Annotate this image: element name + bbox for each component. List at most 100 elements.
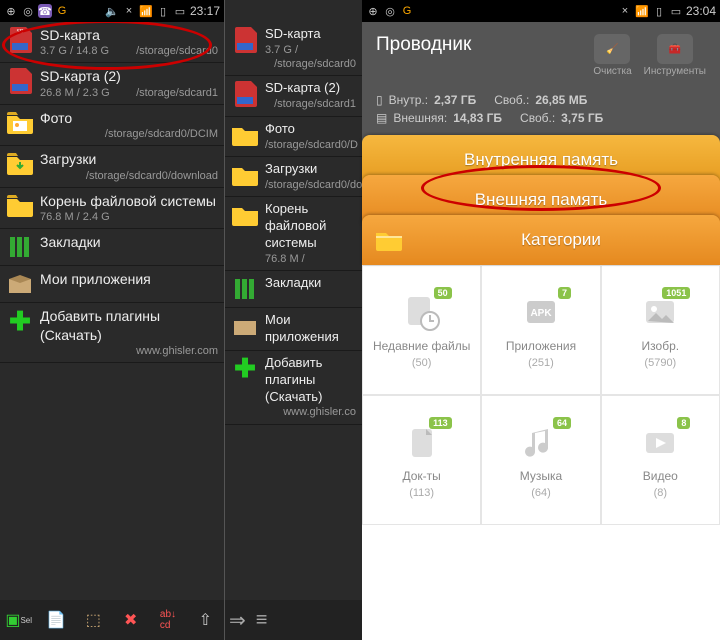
volume-icon: 🔈: [105, 4, 119, 18]
clock: 23:04: [686, 4, 716, 18]
gear-icon: ◎: [383, 4, 397, 18]
value: 26,85 МБ: [535, 93, 587, 107]
item-add-plugins[interactable]: ✚ Добавить плагины (Скачать)www.ghisler.…: [225, 351, 362, 425]
item-title: SD-карта (2): [40, 67, 218, 85]
tools-button[interactable]: 🧰 Инструменты: [644, 34, 706, 77]
label: Своб.:: [520, 111, 555, 125]
phone-icon: ▯: [376, 93, 383, 107]
battery-icon: ▭: [669, 4, 683, 18]
cell-video[interactable]: 8 Видео (8): [601, 395, 720, 525]
clean-button[interactable]: 🧹 Очистка: [593, 34, 631, 77]
item-size: 76.8 M / 2.4 G: [40, 210, 110, 224]
item-bookmarks[interactable]: Закладки: [0, 229, 224, 266]
cell-music[interactable]: 64 Музыка (64): [481, 395, 600, 525]
folder-download-icon: [6, 150, 34, 178]
wifi-icon: 📶: [635, 4, 649, 18]
doc-icon: 113: [400, 421, 444, 465]
plus-icon: ✚: [231, 355, 259, 383]
sd-icon: [231, 80, 259, 108]
svg-text:APK: APK: [530, 308, 552, 319]
bookmark-icon: [6, 233, 34, 261]
arrow-button[interactable]: ⇒: [229, 608, 246, 633]
app-header: Проводник 🧹 Очистка 🧰 Инструменты: [362, 22, 720, 89]
item-sd-card-2[interactable]: SD-карта (2)/storage/sdcard1: [225, 76, 362, 116]
label: Внутр.:: [389, 93, 428, 107]
delete-button[interactable]: ✖: [116, 605, 146, 635]
badge: 1051: [662, 287, 690, 299]
app-icon: G: [55, 4, 69, 18]
box-icon: [6, 270, 34, 298]
item-sd-card[interactable]: SD SD-карта 3.7 G / 14.8 G/storage/sdcar…: [0, 22, 224, 63]
bottom-toolbar-1: ▣Sel 📄 ⬚ ✖ ab↓cd ⇧: [0, 600, 224, 640]
sd-icon: ▤: [376, 111, 387, 125]
item-my-apps[interactable]: Мои приложения: [225, 308, 362, 351]
tab-categories[interactable]: Категории: [362, 215, 720, 265]
value: 2,37 ГБ: [434, 93, 476, 107]
item-title: Загрузки: [40, 150, 218, 168]
item-downloads[interactable]: Загрузки/storage/sdcard0/download: [225, 157, 362, 197]
sort-button[interactable]: ab↓cd: [153, 605, 183, 635]
item-title: Корень файловой системы: [265, 201, 356, 252]
item-bookmarks[interactable]: Закладки: [225, 271, 362, 308]
item-root[interactable]: Корень файловой системы 76.8 M / 2.4 G: [0, 188, 224, 229]
storage-tabs: Внутренняя память Внешняя память Категор…: [362, 135, 720, 265]
value: 14,83 ГБ: [453, 111, 502, 125]
cell-count: (5790): [644, 357, 676, 369]
file-list-1: SD SD-карта 3.7 G / 14.8 G/storage/sdcar…: [0, 22, 224, 600]
file-list-2: SD-карта3.7 G //storage/sdcard0 SD-карта…: [225, 22, 362, 600]
item-path: /storage/sdcard0: [265, 57, 356, 71]
badge: 113: [429, 417, 452, 429]
item-title: Закладки: [40, 233, 218, 251]
app-icon: G: [400, 4, 414, 18]
clock: 23:17: [190, 4, 220, 18]
sim-icon: ▯: [652, 4, 666, 18]
item-photo[interactable]: Фото/storage/sdcard0/D: [225, 117, 362, 157]
item-size: 3.7 G / 14.8 G: [40, 44, 109, 58]
item-sd-card[interactable]: SD-карта3.7 G //storage/sdcard0: [225, 22, 362, 76]
broom-icon: 🧹: [594, 34, 630, 64]
svg-text:SD: SD: [17, 29, 24, 35]
badge: 8: [677, 417, 690, 429]
item-title: Фото: [40, 109, 218, 127]
toolbox-icon: 🧰: [657, 34, 693, 64]
copy-button[interactable]: 📄: [41, 605, 71, 635]
item-title: Фото: [265, 121, 356, 138]
cell-count: (50): [412, 357, 432, 369]
item-path: /storage/sdcard0/download: [40, 169, 218, 183]
folder-icon: [376, 229, 402, 251]
item-photo[interactable]: Фото /storage/sdcard0/DCIM: [0, 105, 224, 146]
item-add-plugins[interactable]: ✚ Добавить плагины (Скачать) www.ghisler…: [0, 303, 224, 363]
cell-apps[interactable]: APK7 Приложения (251): [481, 265, 600, 395]
cell-docs[interactable]: 113 Док-ты (113): [362, 395, 481, 525]
item-title: Мои приложения: [265, 312, 356, 346]
folder-download-icon: [231, 161, 259, 189]
item-path: /storage/sdcard0: [109, 44, 218, 58]
image-icon: 1051: [638, 291, 682, 335]
right-panel: ⊕ ◎ G × 📶 ▯ ▭ 23:04 Проводник 🧹 Очистка …: [362, 0, 720, 640]
cell-count: (113): [409, 487, 434, 499]
badge: 50: [434, 287, 452, 299]
item-path: /storage/sdcard0/download: [265, 178, 362, 192]
item-title: SD-карта (2): [265, 80, 356, 97]
cell-recent[interactable]: 50 Недавние файлы (50): [362, 265, 481, 395]
music-icon: 64: [519, 421, 563, 465]
item-my-apps[interactable]: Мои приложения: [0, 266, 224, 303]
label: Своб.:: [494, 93, 529, 107]
app-title: Проводник: [376, 34, 471, 56]
badge: 64: [553, 417, 571, 429]
up-button[interactable]: ⇧: [190, 605, 220, 635]
item-title: Добавить плагины (Скачать): [265, 355, 356, 406]
folder-icon: [6, 192, 34, 220]
sd-icon: SD: [6, 26, 34, 54]
cell-images[interactable]: 1051 Изобр. (5790): [601, 265, 720, 395]
item-downloads[interactable]: Загрузки /storage/sdcard0/download: [0, 146, 224, 187]
archive-button[interactable]: ⬚: [78, 605, 108, 635]
tab-label: Категории: [521, 230, 601, 250]
item-title: Закладки: [265, 275, 356, 292]
item-size: 3.7 G /: [265, 43, 356, 57]
menu-button[interactable]: ≡: [256, 609, 268, 632]
item-path: /storage/sdcard0/D: [265, 138, 358, 152]
item-sd-card-2[interactable]: SD-карта (2) 26.8 M / 2.3 G/storage/sdca…: [0, 63, 224, 104]
item-root[interactable]: Корень файловой системы76.8 M /: [225, 197, 362, 271]
select-button[interactable]: ▣Sel: [4, 605, 34, 635]
